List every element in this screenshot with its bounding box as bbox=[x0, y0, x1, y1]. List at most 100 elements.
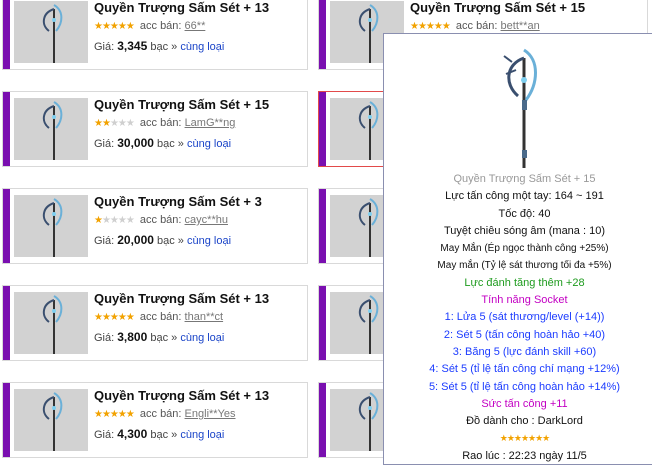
listing-card[interactable]: Quyền Trượng Sấm Sét + 13 ★★★★★ acc bán:… bbox=[2, 0, 308, 70]
seller-label: acc bán: bbox=[139, 214, 182, 226]
seller-row: ★★★★★ acc bán: LamG**ng bbox=[94, 117, 235, 129]
rating-stars: ★★★★★ bbox=[94, 409, 135, 420]
price-unit: bạc » bbox=[150, 429, 178, 441]
price-label: Giá: bbox=[94, 41, 115, 53]
rating-stars: ★★★★★ bbox=[94, 215, 135, 226]
item-title[interactable]: Quyền Trượng Sấm Sét + 13 bbox=[94, 0, 269, 15]
rarity-bar bbox=[319, 189, 326, 263]
tooltip-rating: ★★★★★★★ bbox=[384, 430, 652, 447]
rarity-bar bbox=[319, 0, 326, 69]
seller-row: ★★★★★ acc bán: than**ct bbox=[94, 311, 223, 323]
staff-thumbnail-icon bbox=[42, 198, 63, 257]
seller-name-link[interactable]: LamG**ng bbox=[185, 117, 236, 129]
tooltip-stars: ★★★★★★★ bbox=[499, 433, 550, 444]
item-thumbnail[interactable] bbox=[14, 98, 88, 160]
seller-name-link[interactable]: 66** bbox=[185, 20, 206, 32]
item-thumbnail[interactable] bbox=[14, 292, 88, 354]
rarity-bar bbox=[319, 383, 326, 457]
rarity-bar bbox=[3, 286, 10, 360]
tooltip-stat-line: Tốc độ: 40 bbox=[498, 207, 551, 220]
rarity-bar bbox=[319, 286, 326, 360]
staff-thumbnail-icon bbox=[42, 4, 63, 63]
seller-label: acc bán: bbox=[139, 20, 182, 32]
seller-row: ★★★★★ acc bán: bett**an bbox=[410, 20, 540, 32]
tooltip-stat-line: 5: Sét 5 (tỉ lệ tấn công hoàn hảo +14%) bbox=[428, 380, 621, 393]
price-label: Giá: bbox=[94, 235, 115, 247]
price-value: 3,800 bbox=[117, 330, 148, 344]
item-title[interactable]: Quyền Trượng Sấm Sét + 13 bbox=[94, 388, 269, 403]
seller-label: acc bán: bbox=[455, 20, 498, 32]
rating-stars: ★★★★★ bbox=[94, 21, 135, 32]
price-row: Giá: 30,000 bạc » cùng loại bbox=[94, 136, 231, 150]
listing-card[interactable]: Quyền Trượng Sấm Sét + 13 ★★★★★ acc bán:… bbox=[2, 382, 308, 458]
staff-thumbnail-icon bbox=[42, 295, 63, 354]
tooltip-stat-line: May mắn (Tỷ lệ sát thương tối đa +5%) bbox=[437, 260, 612, 272]
same-type-link[interactable]: cùng loại bbox=[187, 138, 231, 150]
price-unit: bạc » bbox=[150, 332, 178, 344]
rarity-bar bbox=[3, 0, 10, 69]
price-value: 3,345 bbox=[117, 39, 148, 53]
item-title[interactable]: Quyền Trượng Sấm Sét + 15 bbox=[94, 97, 269, 112]
item-thumbnail[interactable] bbox=[14, 389, 88, 451]
tooltip-item-name: Quyền Trượng Sấm Sét + 15 bbox=[453, 173, 596, 185]
rarity-bar bbox=[3, 189, 10, 263]
staff-thumbnail-icon bbox=[42, 392, 63, 451]
seller-row: ★★★★★ acc bán: cayc**hu bbox=[94, 214, 228, 226]
price-value: 20,000 bbox=[117, 233, 154, 247]
staff-thumbnail-icon bbox=[42, 101, 63, 160]
tooltip-stat-line: 2: Sét 5 (tấn công hoàn hảo +40) bbox=[443, 328, 606, 341]
price-unit: bạc » bbox=[150, 41, 178, 53]
same-type-link[interactable]: cùng loại bbox=[180, 332, 224, 344]
rating-stars: ★★★★★ bbox=[94, 312, 135, 323]
same-type-link[interactable]: cùng loại bbox=[180, 41, 224, 53]
item-thumbnail[interactable] bbox=[14, 195, 88, 257]
tooltip-stat-line: Lực đánh tăng thêm +28 bbox=[464, 276, 585, 289]
seller-name-link[interactable]: Engli**Yes bbox=[185, 408, 236, 420]
seller-label: acc bán: bbox=[139, 311, 182, 323]
price-label: Giá: bbox=[94, 332, 115, 344]
price-row: Giá: 3,345 bạc » cùng loại bbox=[94, 39, 224, 53]
rarity-bar bbox=[3, 383, 10, 457]
listing-card[interactable]: Quyền Trượng Sấm Sét + 13 ★★★★★ acc bán:… bbox=[2, 285, 308, 361]
price-row: Giá: 20,000 bạc » cùng loại bbox=[94, 233, 231, 247]
rating-stars: ★★★★★ bbox=[94, 118, 135, 129]
lightning-staff-icon bbox=[503, 48, 537, 168]
item-title[interactable]: Quyền Trượng Sấm Sét + 3 bbox=[94, 194, 262, 209]
same-type-link[interactable]: cùng loại bbox=[187, 235, 231, 247]
tooltip-stat-line: 1: Lửa 5 (sát thương/level (+14)) bbox=[444, 311, 605, 324]
price-row: Giá: 3,800 bạc » cùng loại bbox=[94, 330, 224, 344]
item-title[interactable]: Quyền Trượng Sấm Sét + 13 bbox=[94, 291, 269, 306]
price-unit: bạc » bbox=[157, 235, 184, 247]
item-tooltip: Quyền Trượng Sấm Sét + 15 Lực tấn công m… bbox=[383, 33, 652, 465]
seller-name-link[interactable]: bett**an bbox=[501, 20, 540, 32]
tooltip-stat-line: Lực tấn công một tay: 164 ~ 191 bbox=[445, 190, 604, 203]
price-label: Giá: bbox=[94, 138, 115, 150]
seller-label: acc bán: bbox=[139, 117, 182, 129]
tooltip-stat-line: Đồ dành cho : DarkLord bbox=[466, 415, 583, 428]
seller-row: ★★★★★ acc bán: Engli**Yes bbox=[94, 408, 236, 420]
listing-card[interactable]: Quyền Trượng Sấm Sét + 3 ★★★★★ acc bán: … bbox=[2, 188, 308, 264]
item-title[interactable]: Quyền Trượng Sấm Sét + 15 bbox=[410, 0, 585, 15]
item-thumbnail[interactable] bbox=[14, 1, 88, 63]
tooltip-stat-line: Tuyệt chiêu sóng âm (mana : 10) bbox=[443, 224, 605, 237]
rarity-bar bbox=[319, 92, 326, 166]
seller-row: ★★★★★ acc bán: 66** bbox=[94, 20, 205, 32]
rarity-bar bbox=[3, 92, 10, 166]
listing-card[interactable]: Quyền Trượng Sấm Sét + 15 ★★★★★ acc bán:… bbox=[2, 91, 308, 167]
seller-label: acc bán: bbox=[139, 408, 182, 420]
tooltip-stat-line: Tính năng Socket bbox=[481, 294, 568, 307]
seller-name-link[interactable]: than**ct bbox=[185, 311, 224, 323]
price-value: 30,000 bbox=[117, 136, 154, 150]
price-label: Giá: bbox=[94, 429, 115, 441]
price-unit: bạc » bbox=[157, 138, 184, 150]
seller-name-link[interactable]: cayc**hu bbox=[185, 214, 228, 226]
staff-image bbox=[480, 40, 562, 172]
price-row: Giá: 4,300 bạc » cùng loại bbox=[94, 427, 224, 441]
tooltip-stat-line: 4: Sét 5 (tỉ lệ tấn công chí mạng +12%) bbox=[429, 363, 620, 376]
same-type-link[interactable]: cùng loại bbox=[180, 429, 224, 441]
tooltip-stat-line: Sức tấn công +11 bbox=[481, 397, 568, 410]
tooltip-stat-line: 3: Băng 5 (lực đánh skill +60) bbox=[452, 345, 597, 358]
price-value: 4,300 bbox=[117, 427, 148, 441]
rating-stars: ★★★★★ bbox=[410, 21, 451, 32]
tooltip-posted-time: Rao lúc : 22:23 ngày 11/5 bbox=[462, 449, 587, 462]
